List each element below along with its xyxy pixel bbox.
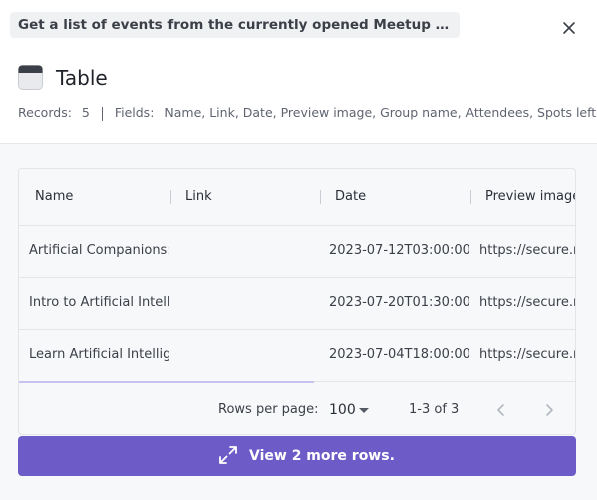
cell-preview-image: https://secure.m xyxy=(479,295,576,310)
rows-per-page-label: Rows per page: xyxy=(218,402,319,417)
view-more-rows-button[interactable]: View 2 more rows. xyxy=(18,436,576,476)
cell-link xyxy=(179,225,319,277)
cell-preview-image: https://secure.m xyxy=(479,347,576,362)
column-resize-handle[interactable] xyxy=(320,190,321,204)
chevron-down-icon xyxy=(359,408,369,413)
cell-date: 2023-07-04T18:00:00- xyxy=(329,347,469,362)
cell-name: Artificial Companions: Fi xyxy=(29,243,169,258)
table-row[interactable]: Artificial Companions: Fi 2023-07-12T03:… xyxy=(19,225,575,278)
pagination-range: 1-3 of 3 xyxy=(409,402,460,417)
cell-date: 2023-07-12T03:00:00- xyxy=(329,243,469,258)
next-page-button[interactable] xyxy=(534,395,564,425)
expand-icon xyxy=(219,446,237,464)
rows-per-page-value: 100 xyxy=(329,402,356,418)
rows-per-page-select[interactable]: 100 xyxy=(329,393,379,427)
close-button[interactable] xyxy=(560,19,578,37)
cell-link xyxy=(179,277,319,329)
column-header-date[interactable]: Date xyxy=(335,169,470,225)
task-description: Get a list of events from the currently … xyxy=(10,12,460,38)
cell-name: Learn Artificial Intellige xyxy=(29,347,169,362)
close-icon xyxy=(563,22,575,34)
view-more-rows-label: View 2 more rows. xyxy=(249,448,395,464)
cell-link xyxy=(179,329,319,381)
records-label: Records: xyxy=(18,105,72,120)
data-table: Name Link Date Preview image Artificial … xyxy=(18,168,576,435)
table-row[interactable]: Intro to Artificial Intellig 2023-07-20T… xyxy=(19,277,575,330)
chevron-right-icon xyxy=(546,404,553,416)
table-row[interactable]: Learn Artificial Intellige 2023-07-04T18… xyxy=(19,329,575,382)
cell-preview-image: https://secure.m xyxy=(479,243,576,258)
page-title: Table xyxy=(56,66,108,90)
column-header-preview-image[interactable]: Preview image xyxy=(485,169,575,225)
fields-list: Name, Link, Date, Preview image, Group n… xyxy=(164,105,597,120)
cell-name: Intro to Artificial Intellig xyxy=(29,295,169,310)
records-count: 5 xyxy=(81,105,90,120)
previous-page-button[interactable] xyxy=(486,395,516,425)
column-resize-handle[interactable] xyxy=(170,190,171,204)
column-header-link[interactable]: Link xyxy=(185,169,320,225)
table-header: Name Link Date Preview image xyxy=(19,169,575,226)
cell-date: 2023-07-20T01:30:00- xyxy=(329,295,469,310)
chevron-left-icon xyxy=(497,404,504,416)
column-header-name[interactable]: Name xyxy=(35,169,170,225)
column-resize-handle[interactable] xyxy=(470,190,471,204)
meta-divider xyxy=(101,106,103,121)
table-meta: Records: 5 Fields: Name, Link, Date, Pre… xyxy=(18,105,596,121)
table-icon xyxy=(18,65,43,90)
fields-label: Fields: xyxy=(114,105,155,120)
horizontal-scrollbar[interactable] xyxy=(19,381,314,383)
